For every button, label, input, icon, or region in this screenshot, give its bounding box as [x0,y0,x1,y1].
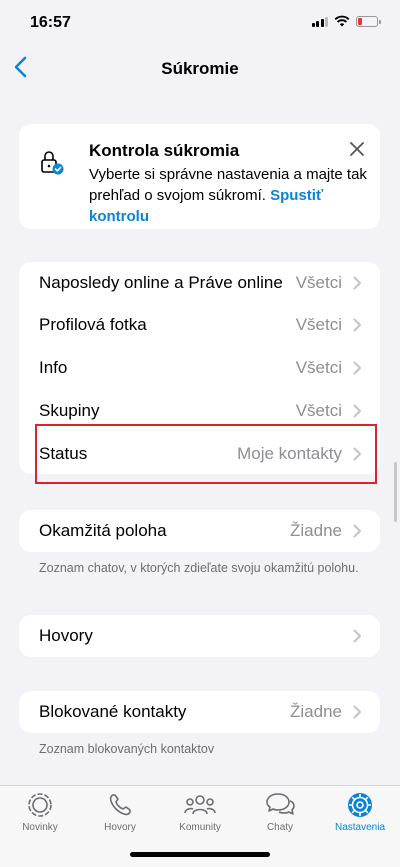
row-info[interactable]: Info Všetci [19,347,380,389]
row-label: Profilová fotka [39,315,147,334]
status-row-highlight [35,424,377,484]
scrollbar[interactable] [394,462,397,522]
chevron-right-icon [353,524,361,538]
row-value: Všetci [295,401,342,420]
blocked-footnote: Zoznam blokovaných kontaktov [39,742,215,756]
tab-calls[interactable]: Hovory [80,790,160,833]
row-label: Naposledy online a Práve online [39,273,283,292]
chevron-right-icon [353,276,361,290]
live-location-footnote: Zoznam chatov, v ktorých zdieľate svoju … [39,561,359,575]
tab-label: Komunity [179,822,221,833]
chevron-right-icon [353,361,361,375]
chevron-right-icon [353,318,361,332]
settings-gear-icon [348,793,372,817]
battery-icon [356,15,381,27]
row-blocked-contacts[interactable]: Blokované kontakty Žiadne [19,691,380,733]
row-label: Info [39,358,68,377]
privacy-check-description: Vyberte si správne nastavenia a majte ta… [89,164,371,227]
tab-label: Novinky [22,822,58,833]
close-icon[interactable] [350,142,364,156]
row-label: Skupiny [39,401,100,420]
home-indicator [130,852,270,857]
privacy-check-card: Kontrola súkromia Vyberte si správne nas… [19,124,380,229]
row-value: Všetci [295,315,342,334]
navigation-bar: Súkromie [0,44,400,92]
tab-settings[interactable]: Nastavenia [320,790,400,833]
tab-updates[interactable]: Novinky [0,790,80,833]
status-icons [311,15,381,27]
row-live-location[interactable]: Okamžitá poloha Žiadne [19,510,380,552]
phone-icon [109,794,131,816]
chevron-right-icon [353,705,361,719]
row-profile-photo[interactable]: Profilová fotka Všetci [19,304,380,346]
privacy-check-title: Kontrola súkromia [89,141,240,160]
chats-icon [266,793,295,815]
row-label: Okamžitá poloha [39,521,167,540]
row-value: Všetci [295,273,342,292]
blocked-group: Blokované kontakty Žiadne [19,691,380,733]
status-bar: 16:57 [0,0,400,44]
privacy-check-body: Vyberte si správne nastavenia a majte ta… [89,166,367,204]
page-title: Súkromie [161,59,239,78]
status-time: 16:57 [30,14,71,31]
tab-label: Nastavenia [334,822,386,833]
tab-label: Hovory [104,822,136,833]
row-label: Hovory [39,626,93,645]
calls-group: Hovory [19,615,380,657]
row-last-seen[interactable]: Naposledy online a Práve online Všetci [19,262,380,304]
chevron-right-icon [353,629,361,643]
row-calls[interactable]: Hovory [19,615,380,657]
tab-label: Chaty [266,822,294,833]
row-value: Žiadne [290,521,342,540]
live-location-group: Okamžitá poloha Žiadne [19,510,380,552]
lock-check-icon [41,151,64,175]
updates-icon [28,793,52,817]
chevron-right-icon [353,404,361,418]
communities-icon [184,795,216,815]
tab-communities[interactable]: Komunity [160,790,240,833]
wifi-icon [334,15,350,27]
tab-chats[interactable]: Chaty [240,790,320,833]
row-value: Žiadne [290,702,342,721]
row-value: Všetci [295,358,342,377]
cellular-signal-icon [311,16,328,27]
row-label: Blokované kontakty [39,702,187,721]
